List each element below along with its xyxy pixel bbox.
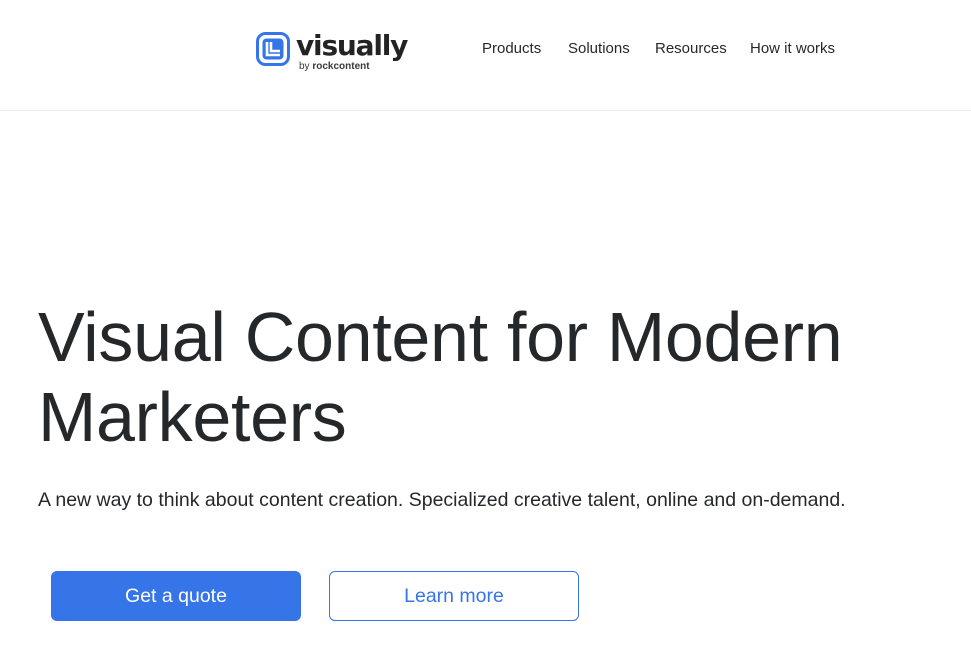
get-a-quote-button[interactable]: Get a quote [51,571,301,621]
nav-resources[interactable]: Resources [655,38,727,60]
hero-subtitle: A new way to think about content creatio… [38,489,846,511]
nav-products[interactable]: Products [482,38,541,60]
logo-byline-brand: rockcontent [312,61,370,72]
hero-title-line-2: Marketers [38,378,347,456]
logo-wordmark: visually [296,29,408,62]
visually-logo[interactable]: visually by rockcontent [256,29,408,76]
hero-title-line-1: Visual Content for Modern [38,298,843,376]
logo-byline: by rockcontent [299,61,370,73]
learn-more-button[interactable]: Learn more [329,571,579,621]
logo-byline-prefix: by [299,61,310,72]
hero-title: Visual Content for Modern Marketers [38,297,958,457]
site-header: visually by rockcontent Products Solutio… [0,0,971,111]
nav-solutions[interactable]: Solutions [568,38,630,60]
visually-logo-icon [256,32,290,66]
nav-how-it-works[interactable]: How it works [750,38,835,60]
